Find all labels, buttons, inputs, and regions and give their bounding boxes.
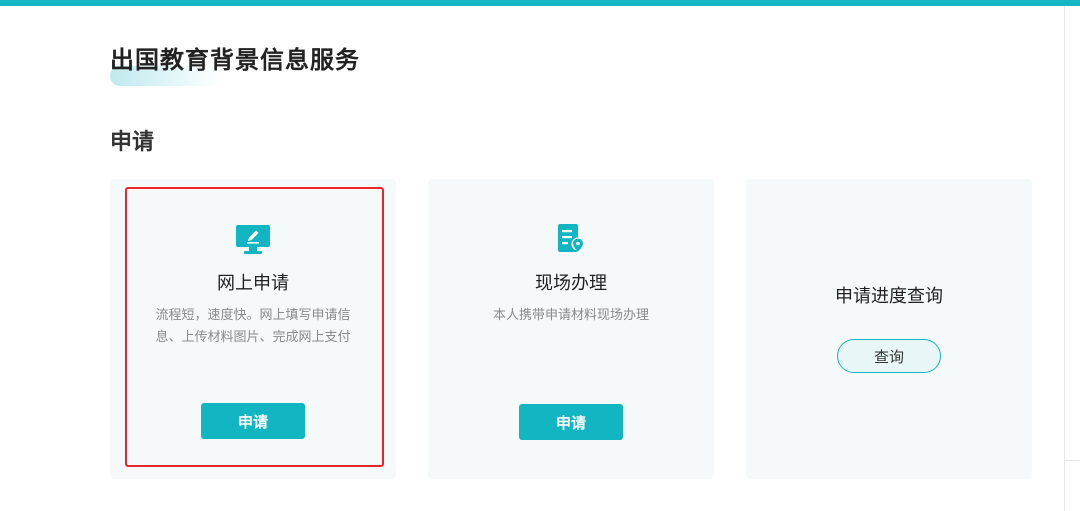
card-description-line: 息、上传材料图片、完成网上支付 — [155, 330, 351, 345]
online-application-card: 网上申请 流程短，速度快。网上填写申请信 息、上传材料图片、完成网上支付 申请 — [110, 179, 396, 479]
progress-query-card: 申请进度查询 查询 — [746, 179, 1032, 479]
card-title: 现场办理 — [535, 273, 607, 294]
section-title: 申请 — [110, 130, 155, 155]
right-divider-tick — [1064, 460, 1080, 461]
online-apply-button[interactable]: 申请 — [201, 403, 305, 439]
onsite-apply-button[interactable]: 申请 — [519, 404, 623, 440]
document-location-icon — [558, 224, 585, 252]
card-description-line: 流程短，速度快。网上填写申请信 — [155, 308, 351, 323]
monitor-edit-icon — [236, 225, 270, 254]
onsite-processing-card: 现场办理 本人携带申请材料现场办理 申请 — [428, 179, 714, 479]
card-description-line: 本人携带申请材料现场办理 — [492, 308, 649, 323]
right-divider — [1064, 6, 1065, 511]
query-button[interactable]: 查询 — [837, 339, 941, 373]
card-title: 网上申请 — [217, 273, 289, 294]
page-header: 出国教育背景信息服务 — [110, 44, 410, 88]
card-title: 申请进度查询 — [835, 286, 943, 307]
page-title: 出国教育背景信息服务 — [110, 46, 360, 74]
top-accent-bar — [0, 0, 1080, 6]
